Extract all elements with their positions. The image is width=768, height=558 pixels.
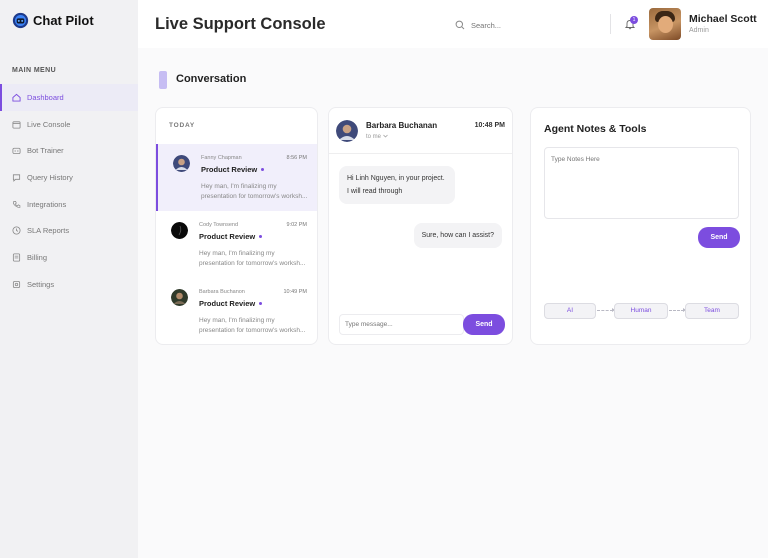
- contact-name: Barbara Buchanan: [366, 121, 438, 130]
- chevron-down-icon: [382, 134, 388, 138]
- sidebar-item-billing[interactable]: Billing: [0, 244, 138, 271]
- list-heading: TODAY: [169, 122, 196, 129]
- search-box[interactable]: [455, 17, 605, 33]
- search-input[interactable]: [471, 20, 591, 30]
- flow-arrow: [597, 308, 615, 312]
- sidebar-item-integrations[interactable]: Integrations: [0, 191, 138, 218]
- sidebar-item-label: Query History: [27, 172, 73, 182]
- chat-sender: Cody Townsend: [199, 222, 239, 228]
- app-name: Chat Pilot: [33, 13, 94, 28]
- notes-textarea[interactable]: [544, 147, 739, 219]
- chat-time: 10:49 PM: [283, 289, 307, 295]
- recipient-dropdown[interactable]: to me: [366, 134, 388, 140]
- top-header: Live Support Console 1 Michael Scott Adm…: [138, 0, 768, 48]
- chat-time: 8:56 PM: [286, 155, 307, 161]
- avatar: [171, 289, 188, 306]
- sidebar-item-label: Bot Trainer: [27, 146, 64, 156]
- main-menu: Dashboard Live Console Bot Trainer Query…: [0, 84, 138, 298]
- sidebar-item-label: Integrations: [27, 199, 67, 209]
- user-name: Michael Scott: [689, 13, 757, 25]
- send-notes-button[interactable]: Send: [698, 227, 740, 248]
- main-content: Conversation TODAY Fanny Chapman 8:56 PM…: [138, 48, 768, 558]
- chat-subject: Product Review: [199, 232, 256, 241]
- sidebar-item-label: Dashboard: [27, 92, 64, 102]
- robot-logo-icon: [12, 12, 29, 29]
- sidebar-item-label: SLA Reports: [27, 226, 70, 236]
- bot-icon: [12, 148, 21, 155]
- chat-list-panel: TODAY Fanny Chapman 8:56 PM Product Revi…: [155, 107, 318, 345]
- billing-icon: [12, 253, 21, 262]
- calendar-icon: [12, 120, 21, 129]
- sidebar-item-label: Live Console: [27, 119, 71, 129]
- chat-icon: [12, 174, 21, 182]
- avatar: [171, 222, 188, 239]
- notes-title: Agent Notes & Tools: [544, 123, 647, 135]
- chat-time: 10:48 PM: [474, 122, 505, 129]
- sidebar-item-bot-trainer[interactable]: Bot Trainer: [0, 137, 138, 164]
- unread-dot: [259, 302, 263, 305]
- flow-node-ai[interactable]: AI: [544, 303, 596, 319]
- menu-title: MAIN MENU: [12, 67, 57, 74]
- chat-sender: Barbara Buchanon: [199, 289, 245, 295]
- sidebar-item-query-history[interactable]: Query History: [0, 164, 138, 191]
- flow-node-team[interactable]: Team: [685, 303, 739, 319]
- header-divider: [610, 14, 611, 34]
- settings-icon: [12, 280, 21, 288]
- user-role: Admin: [689, 27, 709, 34]
- send-message-button[interactable]: Send: [463, 314, 505, 335]
- page-title: Live Support Console: [155, 15, 326, 33]
- search-icon: [455, 20, 465, 30]
- chat-list-item[interactable]: Barbara Buchanon 10:49 PM Product Review…: [156, 278, 317, 344]
- clock-icon: [12, 226, 21, 235]
- sidebar-item-label: Billing: [27, 252, 48, 262]
- avatar[interactable]: [649, 8, 681, 40]
- unread-dot: [261, 168, 265, 171]
- sidebar-item-sla-reports[interactable]: SLA Reports: [0, 217, 138, 244]
- chat-sender: Fanny Chapman: [201, 155, 242, 161]
- sidebar-item-dashboard[interactable]: Dashboard: [0, 84, 138, 111]
- notification-badge: 1: [630, 16, 638, 24]
- home-icon: [12, 93, 21, 102]
- agent-notes-panel: Agent Notes & Tools Send AI Human Team: [530, 107, 751, 345]
- section-title: Conversation: [176, 73, 247, 85]
- unread-dot: [259, 235, 263, 238]
- chat-list-item[interactable]: Fanny Chapman 8:56 PM Product Review Hey…: [156, 144, 317, 211]
- chat-preview: Hey man, I'm finalizing my presentation …: [199, 317, 306, 334]
- avatar: [173, 155, 190, 172]
- outgoing-message: Sure, how can I assist?: [413, 223, 502, 248]
- sidebar-item-settings[interactable]: Settings: [0, 271, 138, 298]
- chat-subject: Product Review: [201, 165, 258, 174]
- chat-subject: Product Review: [199, 299, 256, 308]
- sidebar-item-live-console[interactable]: Live Console: [0, 111, 138, 138]
- chat-window: Barbara Buchanan to me 10:48 PM Hi Linh …: [328, 107, 513, 345]
- incoming-message: Hi Linh Nguyen, in your project. I will …: [339, 166, 455, 204]
- flow-arrow: [669, 308, 686, 312]
- chat-preview: Hey man, I'm finalizing my presentation …: [201, 183, 308, 200]
- phone-icon: [12, 200, 21, 208]
- section-marker: [159, 71, 167, 89]
- chat-header: Barbara Buchanan to me 10:48 PM: [329, 108, 512, 154]
- flow-node-human[interactable]: Human: [614, 303, 668, 319]
- avatar: [336, 120, 358, 142]
- sidebar-item-label: Settings: [27, 279, 55, 289]
- app-logo[interactable]: Chat Pilot: [12, 12, 94, 29]
- message-input[interactable]: [339, 314, 464, 335]
- chat-list-item[interactable]: Cody Townsend 9:02 PM Product Review Hey…: [156, 211, 317, 278]
- chat-time: 9:02 PM: [286, 222, 307, 228]
- sidebar: Chat Pilot MAIN MENU Dashboard Live Cons…: [0, 0, 138, 558]
- chat-preview: Hey man, I'm finalizing my presentation …: [199, 250, 306, 267]
